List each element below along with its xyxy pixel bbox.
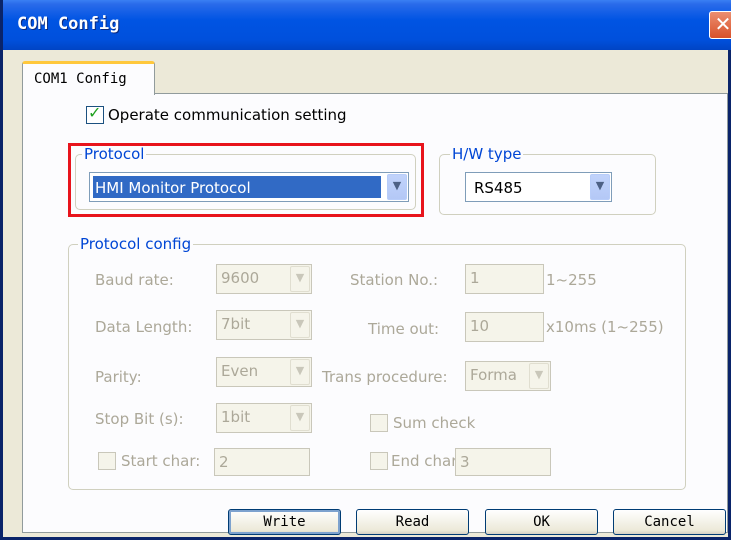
station-no-input[interactable]: 1 bbox=[465, 264, 544, 294]
time-out-label: Time out: bbox=[368, 320, 440, 338]
highlight-box bbox=[68, 143, 424, 217]
data-length-value: 7bit bbox=[221, 315, 251, 333]
start-char-input[interactable]: 2 bbox=[214, 448, 310, 476]
chevron-down-icon[interactable]: ▼ bbox=[290, 359, 310, 385]
station-no-label: Station No.: bbox=[350, 271, 439, 289]
close-button[interactable]: ✕ bbox=[709, 11, 731, 39]
close-icon: ✕ bbox=[714, 12, 731, 36]
read-button[interactable]: Read bbox=[356, 509, 469, 535]
data-length-select[interactable]: 7bit ▼ bbox=[216, 310, 312, 340]
trans-procedure-value: Forma bbox=[470, 366, 517, 384]
baud-rate-label: Baud rate: bbox=[95, 271, 174, 289]
tab-com1-config[interactable]: COM1 Config bbox=[22, 61, 155, 95]
title-bar: COM Config ✕ bbox=[3, 0, 731, 50]
stop-bit-value: 1bit bbox=[221, 408, 251, 426]
sum-check-checkbox[interactable] bbox=[370, 414, 388, 432]
data-length-label: Data Length: bbox=[95, 318, 193, 336]
chevron-down-icon[interactable]: ▼ bbox=[290, 266, 310, 292]
time-out-input[interactable]: 10 bbox=[465, 312, 544, 342]
start-char-label: Start char: bbox=[121, 452, 201, 470]
chevron-down-icon[interactable]: ▼ bbox=[290, 405, 310, 431]
station-no-range: 1~255 bbox=[546, 271, 597, 289]
hw-type-select[interactable]: RS485 ▼ bbox=[465, 172, 612, 202]
end-char-checkbox[interactable] bbox=[370, 452, 388, 470]
hw-type-selected-value: RS485 bbox=[474, 179, 523, 197]
chevron-down-icon[interactable]: ▼ bbox=[529, 363, 549, 389]
window-title: COM Config bbox=[17, 14, 120, 34]
parity-value: Even bbox=[221, 362, 259, 380]
end-char-label: End char: bbox=[391, 452, 463, 470]
write-button[interactable]: Write bbox=[228, 509, 341, 535]
cancel-button[interactable]: Cancel bbox=[613, 509, 726, 535]
trans-procedure-select[interactable]: Forma ▼ bbox=[465, 361, 551, 391]
operate-setting-label: Operate communication setting bbox=[108, 106, 347, 124]
baud-rate-value: 9600 bbox=[221, 269, 260, 287]
parity-select[interactable]: Even ▼ bbox=[216, 357, 312, 387]
sum-check-label: Sum check bbox=[393, 414, 476, 432]
end-char-input[interactable]: 3 bbox=[455, 448, 551, 476]
baud-rate-select[interactable]: 9600 ▼ bbox=[216, 264, 312, 294]
start-char-checkbox[interactable] bbox=[98, 452, 116, 470]
time-out-unit: x10ms (1~255) bbox=[546, 318, 664, 336]
stop-bit-label: Stop Bit (s): bbox=[95, 410, 184, 428]
stop-bit-select[interactable]: 1bit ▼ bbox=[216, 403, 312, 433]
hw-type-legend: H/W type bbox=[450, 145, 524, 163]
checkmark-icon: ✓ bbox=[88, 103, 102, 122]
tab-label: COM1 Config bbox=[34, 71, 127, 87]
parity-label: Parity: bbox=[95, 368, 142, 386]
protocol-config-legend: Protocol config bbox=[78, 235, 194, 253]
trans-procedure-label: Trans procedure: bbox=[322, 368, 448, 386]
chevron-down-icon[interactable]: ▼ bbox=[590, 174, 610, 200]
operate-setting-checkbox[interactable]: ✓ bbox=[86, 103, 104, 124]
ok-button[interactable]: OK bbox=[485, 509, 598, 535]
chevron-down-icon[interactable]: ▼ bbox=[290, 312, 310, 338]
